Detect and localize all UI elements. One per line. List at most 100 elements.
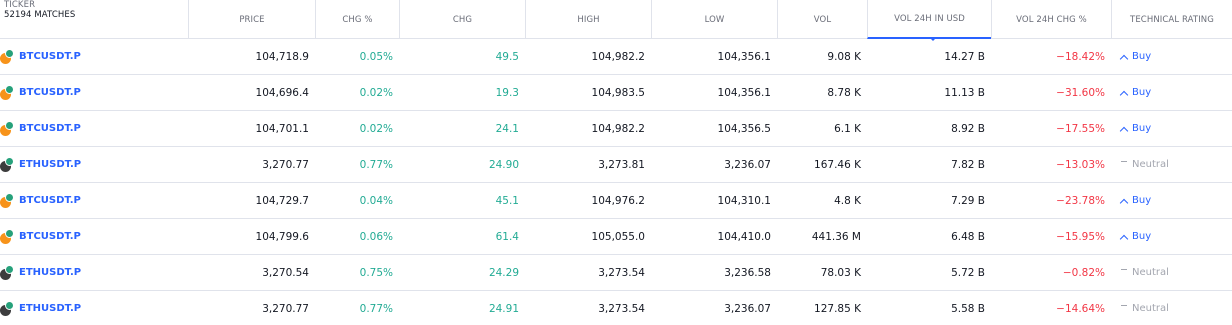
chg-pct-cell: 0.77% — [359, 302, 393, 315]
vol-24h-usd-label: VOL 24H IN USD — [894, 13, 965, 24]
column-header-low[interactable]: LOW — [651, 0, 777, 39]
high-cell: 3,273.54 — [598, 266, 645, 279]
column-header-price[interactable]: PRICE — [188, 0, 315, 39]
low-cell: 104,356.1 — [717, 86, 771, 99]
high-cell: 104,983.5 — [591, 86, 645, 99]
dash-icon — [1121, 305, 1127, 306]
symbol-link[interactable]: BTCUSDT.P — [19, 87, 81, 98]
arrow-up-icon — [1119, 234, 1129, 243]
arrow-up-icon — [1119, 198, 1129, 207]
vol-24h-chg-cell: −17.55% — [1056, 122, 1105, 135]
low-cell: 104,410.0 — [717, 230, 771, 243]
crypto-screener-table: TICKER 52194 MATCHES PRICE CHG % CHG HIG… — [0, 0, 1232, 325]
vol-24h-usd-cell: 8.92 B — [951, 122, 985, 135]
table-row[interactable]: BTCUSDT.P 104,799.6 0.06% 61.4 105,055.0… — [0, 219, 1232, 255]
high-cell: 3,273.54 — [598, 302, 645, 315]
arrow-up-icon — [1119, 90, 1129, 99]
column-header-vol-24h-usd[interactable]: VOL 24H IN USD — [867, 0, 991, 41]
chg-cell: 61.4 — [495, 230, 519, 243]
symbol-cell: ETHUSDT.P — [0, 291, 188, 325]
price-cell: 104,696.4 — [255, 86, 309, 99]
vol-24h-chg-cell: −18.42% — [1056, 50, 1105, 63]
symbol-cell: ETHUSDT.P — [0, 147, 188, 183]
chg-cell: 24.91 — [488, 302, 519, 315]
dash-icon — [1121, 269, 1127, 270]
ticker-column-label: TICKER — [4, 0, 36, 10]
table-row[interactable]: BTCUSDT.P 104,718.9 0.05% 49.5 104,982.2… — [0, 39, 1232, 75]
btc-usdt-icon — [0, 228, 16, 246]
high-cell: 104,982.2 — [591, 50, 645, 63]
chg-pct-cell: 0.75% — [359, 266, 393, 279]
price-cell: 104,729.7 — [255, 194, 309, 207]
column-header-high[interactable]: HIGH — [525, 0, 651, 39]
chg-cell: 24.90 — [488, 158, 519, 171]
symbol-link[interactable]: ETHUSDT.P — [19, 267, 81, 278]
vol-24h-usd-cell: 14.27 B — [944, 50, 985, 63]
column-header-technical-rating[interactable]: TECHNICAL RATING — [1111, 0, 1232, 39]
table-row[interactable]: BTCUSDT.P 104,729.7 0.04% 45.1 104,976.2… — [0, 183, 1232, 219]
column-header-vol-24h-chg[interactable]: VOL 24H CHG % — [991, 0, 1111, 39]
table-row[interactable]: ETHUSDT.P 3,270.77 0.77% 24.90 3,273.81 … — [0, 147, 1232, 183]
matches-count: 52194 MATCHES — [4, 10, 76, 20]
technical-rating-cell: Buy — [1111, 111, 1232, 147]
symbol-link[interactable]: BTCUSDT.P — [19, 231, 81, 242]
vol-24h-chg-cell: −31.60% — [1056, 86, 1105, 99]
symbol-link[interactable]: BTCUSDT.P — [19, 123, 81, 134]
vol-24h-usd-cell: 7.29 B — [951, 194, 985, 207]
symbol-link[interactable]: BTCUSDT.P — [19, 51, 81, 62]
price-cell: 104,701.1 — [255, 122, 309, 135]
symbol-link[interactable]: ETHUSDT.P — [19, 303, 81, 314]
chg-cell: 19.3 — [495, 86, 519, 99]
symbol-cell: ETHUSDT.P — [0, 255, 188, 291]
chg-cell: 24.1 — [495, 122, 519, 135]
chg-pct-cell: 0.02% — [359, 86, 393, 99]
table-row[interactable]: ETHUSDT.P 3,270.77 0.77% 24.91 3,273.54 … — [0, 291, 1232, 325]
arrow-up-icon — [1119, 54, 1129, 63]
vol-24h-usd-cell: 6.48 B — [951, 230, 985, 243]
column-header-chg-pct[interactable]: CHG % — [315, 0, 399, 39]
high-cell: 104,976.2 — [591, 194, 645, 207]
vol-cell: 441.36 M — [811, 230, 861, 243]
chg-pct-cell: 0.02% — [359, 122, 393, 135]
eth-usdt-icon — [0, 300, 16, 318]
price-cell: 104,799.6 — [255, 230, 309, 243]
chg-cell: 24.29 — [488, 266, 519, 279]
price-cell: 3,270.77 — [262, 302, 309, 315]
column-header-chg[interactable]: CHG — [399, 0, 525, 39]
technical-rating-cell: Buy — [1111, 183, 1232, 219]
vol-24h-usd-cell: 7.82 B — [951, 158, 985, 171]
symbol-cell: BTCUSDT.P — [0, 39, 188, 75]
technical-rating-cell: Buy — [1111, 219, 1232, 255]
symbol-link[interactable]: ETHUSDT.P — [19, 159, 81, 170]
symbol-cell: BTCUSDT.P — [0, 219, 188, 255]
chg-cell: 49.5 — [495, 50, 519, 63]
vol-cell: 9.08 K — [827, 50, 861, 63]
btc-usdt-icon — [0, 192, 16, 210]
table-row[interactable]: BTCUSDT.P 104,701.1 0.02% 24.1 104,982.2… — [0, 111, 1232, 147]
column-header-vol[interactable]: VOL — [777, 0, 867, 39]
eth-usdt-icon — [0, 264, 16, 282]
low-cell: 104,356.5 — [717, 122, 771, 135]
column-header-ticker[interactable]: TICKER 52194 MATCHES — [0, 0, 188, 39]
chg-pct-cell: 0.04% — [359, 194, 393, 207]
symbol-cell: BTCUSDT.P — [0, 183, 188, 219]
technical-rating-cell: Neutral — [1111, 255, 1232, 291]
vol-cell: 127.85 K — [814, 302, 861, 315]
low-cell: 3,236.07 — [724, 158, 771, 171]
price-cell: 104,718.9 — [255, 50, 309, 63]
chg-pct-cell: 0.77% — [359, 158, 393, 171]
high-cell: 105,055.0 — [591, 230, 645, 243]
technical-rating-cell: Buy — [1111, 75, 1232, 111]
vol-24h-chg-cell: −23.78% — [1056, 194, 1105, 207]
high-cell: 3,273.81 — [598, 158, 645, 171]
price-cell: 3,270.54 — [262, 266, 309, 279]
low-cell: 104,310.1 — [717, 194, 771, 207]
vol-24h-usd-cell: 5.72 B — [951, 266, 985, 279]
vol-24h-chg-cell: −15.95% — [1056, 230, 1105, 243]
chg-cell: 45.1 — [495, 194, 519, 207]
table-row[interactable]: ETHUSDT.P 3,270.54 0.75% 24.29 3,273.54 … — [0, 255, 1232, 291]
symbol-link[interactable]: BTCUSDT.P — [19, 195, 81, 206]
technical-rating-cell: Buy — [1111, 39, 1232, 75]
table-row[interactable]: BTCUSDT.P 104,696.4 0.02% 19.3 104,983.5… — [0, 75, 1232, 111]
symbol-cell: BTCUSDT.P — [0, 75, 188, 111]
